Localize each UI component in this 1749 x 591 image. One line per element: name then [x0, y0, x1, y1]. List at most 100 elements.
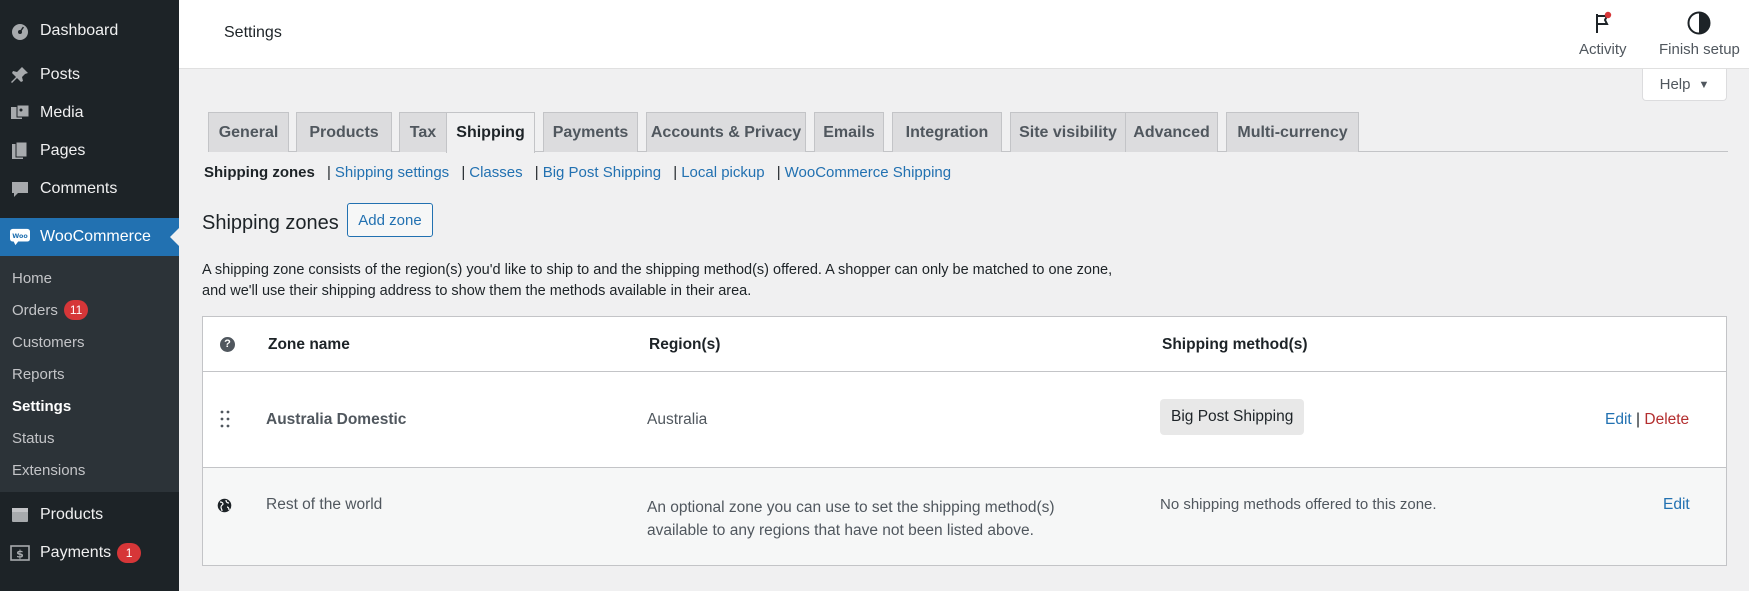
submenu-item-reports[interactable]: Reports [0, 358, 179, 390]
sidebar-item-label: Products [40, 506, 104, 523]
submenu-label: Customers [12, 333, 85, 351]
tab-accounts-privacy[interactable]: Accounts & Privacy [646, 112, 806, 152]
submenu-label: Extensions [12, 461, 86, 479]
submenu-item-status[interactable]: Status [0, 422, 179, 454]
submenu-item-settings[interactable]: Settings [0, 390, 179, 422]
tab-integration[interactable]: Integration [892, 112, 1002, 152]
sublink-shipping-zones: Shipping zones [204, 164, 315, 181]
sidebar-item-label: Comments [40, 180, 118, 197]
tab-payments[interactable]: Payments [543, 112, 638, 152]
sidebar-item-label: Payments [40, 544, 112, 561]
submenu-label: Orders [12, 301, 58, 319]
zone-region: An optional zone you can use to set the … [647, 499, 1055, 539]
payments-icon: $ [10, 543, 30, 563]
tab-emails[interactable]: Emails [814, 112, 884, 152]
pages-icon [10, 141, 30, 161]
separator: | [327, 164, 331, 181]
sidebar-item-posts[interactable]: Posts [0, 56, 179, 94]
table-header: ? Zone name Region(s) Shipping method(s) [203, 317, 1726, 372]
caret-down-icon: ▼ [1698, 78, 1710, 91]
settings-tabs: General Products Tax Shipping Payments A… [208, 112, 1728, 153]
sublink-big-post-shipping[interactable]: Big Post Shipping [543, 164, 661, 181]
column-regions: Region(s) [649, 336, 721, 353]
sidebar-item-label: Pages [40, 142, 86, 159]
sidebar-item-woocommerce[interactable]: Woo WooCommerce [0, 218, 179, 256]
zone-name[interactable]: Australia Domestic [266, 411, 406, 429]
pin-icon [10, 65, 30, 85]
finish-setup-label: Finish setup [1659, 41, 1740, 58]
submenu-label: Status [12, 429, 55, 447]
submenu-label: Settings [12, 397, 72, 415]
submenu-item-orders[interactable]: Orders 11 [0, 294, 179, 326]
sidebar-item-pages[interactable]: Pages [0, 132, 179, 170]
row-actions: Edit | Delete [1605, 411, 1689, 429]
delete-zone-link[interactable]: Delete [1644, 411, 1689, 428]
sidebar-item-dashboard[interactable]: Dashboard [0, 14, 179, 48]
no-methods-text: No shipping methods offered to this zone… [1160, 496, 1437, 513]
sidebar-item-label: Media [40, 104, 84, 121]
sublink-shipping-settings[interactable]: Shipping settings [335, 164, 449, 181]
sublink-local-pickup[interactable]: Local pickup [681, 164, 764, 181]
drag-handle-icon[interactable] [220, 410, 230, 433]
globe-icon [217, 498, 232, 518]
column-zone-name: Zone name [268, 336, 350, 353]
section-heading: Shipping zones [202, 212, 339, 234]
separator: | [776, 164, 781, 181]
comment-icon [10, 179, 30, 199]
table-row: Australia Domestic Australia Big Post Sh… [203, 372, 1726, 468]
sidebar-item-media[interactable]: Media [0, 94, 179, 132]
add-zone-button[interactable]: Add zone [347, 203, 433, 237]
sidebar-item-label: Dashboard [40, 22, 119, 39]
finish-setup-button[interactable]: Finish setup [1659, 10, 1740, 58]
submenu-item-home[interactable]: Home [0, 262, 179, 294]
edit-zone-link[interactable]: Edit [1605, 411, 1632, 428]
sidebar-item-payments[interactable]: $ Payments 1 [0, 534, 179, 572]
dashboard-icon [10, 21, 30, 41]
separator: | [534, 164, 539, 181]
shipping-method-pill: Big Post Shipping [1160, 399, 1305, 435]
tab-multi-currency[interactable]: Multi-currency [1226, 112, 1359, 152]
zone-name[interactable]: Rest of the world [266, 496, 382, 514]
tab-tax[interactable]: Tax [399, 112, 447, 152]
help-button[interactable]: Help ▼ [1642, 69, 1727, 101]
shipping-zones-table: ? Zone name Region(s) Shipping method(s)… [202, 316, 1727, 566]
products-icon [10, 505, 30, 525]
separator: | [673, 164, 678, 181]
sidebar-item-label: WooCommerce [40, 228, 151, 245]
top-header: Settings Activity Finish setup [179, 0, 1749, 69]
payments-count-badge: 1 [117, 543, 142, 563]
separator: | [461, 164, 466, 181]
half-circle-progress-icon [1659, 10, 1740, 36]
flag-icon [1579, 10, 1627, 36]
sidebar-item-products[interactable]: Products [0, 496, 179, 534]
sidebar-item-label: Posts [40, 66, 81, 83]
edit-zone-link[interactable]: Edit [1663, 496, 1690, 513]
svg-text:Woo: Woo [12, 233, 28, 240]
separator: | [1636, 411, 1641, 428]
svg-text:$: $ [16, 548, 24, 561]
column-shipping-methods: Shipping method(s) [1162, 336, 1308, 353]
tab-shipping[interactable]: Shipping [446, 112, 535, 153]
tab-advanced[interactable]: Advanced [1125, 112, 1218, 152]
activity-button[interactable]: Activity [1579, 10, 1627, 58]
help-tooltip-icon[interactable]: ? [220, 337, 235, 352]
admin-sidebar: Dashboard Posts Media Pages Comments Woo… [0, 0, 179, 591]
submenu-item-extensions[interactable]: Extensions [0, 454, 179, 486]
tab-general[interactable]: General [208, 112, 289, 152]
orders-count-badge: 11 [63, 300, 89, 320]
row-actions: Edit [1663, 496, 1690, 514]
table-row: Rest of the world An optional zone you c… [203, 468, 1726, 565]
page-title: Settings [224, 24, 282, 41]
media-icon [10, 103, 30, 123]
tab-products[interactable]: Products [296, 112, 392, 152]
activity-label: Activity [1579, 41, 1627, 58]
help-label: Help [1659, 76, 1691, 93]
sublink-classes[interactable]: Classes [469, 164, 522, 181]
submenu-item-customers[interactable]: Customers [0, 326, 179, 358]
tab-site-visibility[interactable]: Site visibility [1010, 112, 1126, 152]
woo-icon: Woo [10, 227, 30, 247]
submenu-label: Reports [12, 365, 65, 383]
sublink-woocommerce-shipping[interactable]: WooCommerce Shipping [785, 164, 951, 181]
woocommerce-submenu: Home Orders 11 Customers Reports Settings… [0, 256, 179, 492]
sidebar-item-comments[interactable]: Comments [0, 170, 179, 208]
